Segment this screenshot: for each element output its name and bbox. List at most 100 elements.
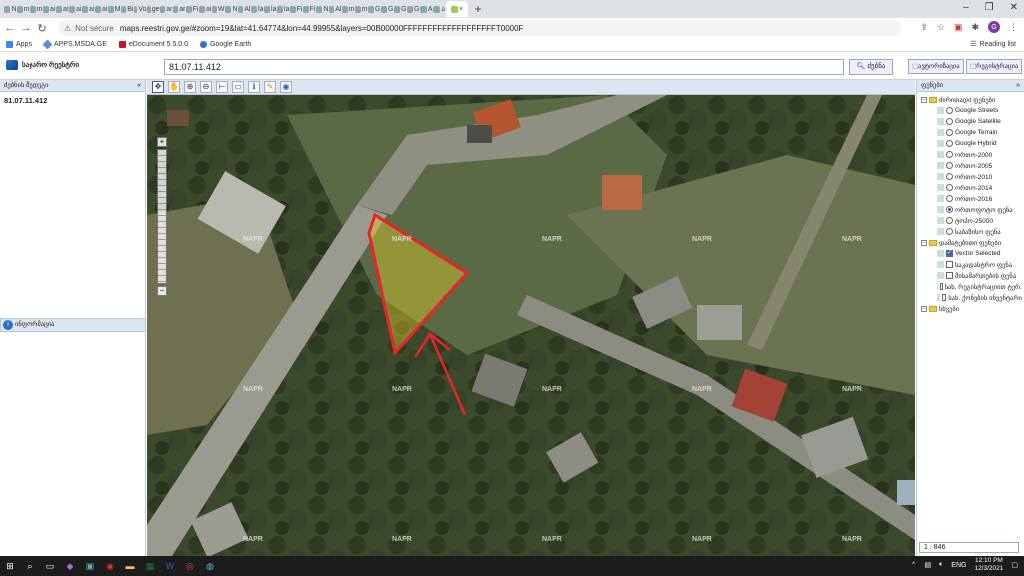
map-canvas[interactable]: NAPR NAPR NAPR NAPR NAPR NAPR NAPR NAPR … [147, 95, 915, 556]
layer-radio[interactable] [946, 195, 953, 202]
layer-item[interactable]: სახ. რეგისტრაციით ტერ. [919, 281, 1022, 292]
collapse-right-icon[interactable]: » [1016, 80, 1020, 92]
language-indicator[interactable]: ENG [951, 562, 966, 569]
napr-logo[interactable]: საჯარო რეესტრი [6, 60, 79, 70]
layer-radio[interactable] [946, 151, 953, 158]
browser-tab[interactable]: W [212, 1, 225, 17]
browser-tab[interactable]: ai [69, 1, 82, 17]
hand-tool-icon[interactable]: ✋ [168, 81, 180, 93]
area-tool-icon[interactable]: ▭ [232, 81, 244, 93]
windows-start-icon[interactable]: ⊞ [0, 556, 20, 576]
browser-tab[interactable]: ა [433, 1, 446, 17]
layer-checkbox[interactable] [942, 294, 947, 301]
browser-tab[interactable]: A [420, 1, 433, 17]
info-tool-icon[interactable]: ℹ [248, 81, 260, 93]
address-bar[interactable]: ⚠ Not secure maps.reestri.gov.ge/#zoom=1… [58, 20, 901, 36]
clock[interactable]: 12:10 PM 12/3/2021 [974, 557, 1003, 573]
browser-tab[interactable]: m [355, 1, 368, 17]
close-tab-icon[interactable]: × [459, 6, 463, 13]
browser-tab[interactable]: Fi [290, 1, 303, 17]
layer-checkbox[interactable] [946, 272, 953, 279]
layer-item[interactable]: Google Streets [919, 105, 1022, 116]
pan-tool-icon[interactable]: ✥ [152, 81, 164, 93]
pdf-extension-icon[interactable]: ▣ [954, 22, 963, 33]
restore-icon[interactable]: ❐ [985, 2, 994, 13]
layer-group[interactable]: − დამატებითი ფენები [919, 237, 1022, 248]
menu-dots-icon[interactable]: ⋮ [1009, 22, 1018, 33]
search-button[interactable]: 🔍︎ ძებნა [849, 59, 893, 75]
globe-tool-icon[interactable]: ◉ [280, 81, 292, 93]
layer-item[interactable]: ✓ Vector Selected [919, 248, 1022, 259]
browser-tab[interactable]: ai [82, 1, 95, 17]
layer-checkbox[interactable]: ✓ [946, 250, 953, 257]
browser-tab[interactable]: N [316, 1, 329, 17]
browser-tab[interactable]: Vo [134, 1, 147, 17]
layer-item[interactable]: საკადასტრო ფენა [919, 259, 1022, 270]
reload-icon[interactable]: ↻ [36, 22, 48, 35]
search-icon[interactable]: ⌕ [20, 556, 40, 576]
measure-tool-icon[interactable]: ⊢ [216, 81, 228, 93]
layer-item[interactable]: ტოპო-25000 [919, 215, 1022, 226]
browser-tab[interactable]: ai [95, 1, 108, 17]
browser-tab[interactable]: N [225, 1, 238, 17]
browser-tab[interactable]: ai [199, 1, 212, 17]
bookmark-star-icon[interactable]: ☆ [937, 22, 945, 33]
browser-tab[interactable]: m [342, 1, 355, 17]
forward-icon[interactable]: → [20, 22, 32, 34]
layer-item[interactable]: Google Terrain [919, 127, 1022, 138]
layer-item[interactable]: ორთო-2010 [919, 171, 1022, 182]
browser-tab[interactable]: ai [43, 1, 56, 17]
browser-tab[interactable]: la [251, 1, 264, 17]
layer-item[interactable]: ორთო-2005 [919, 160, 1022, 171]
bookmark-google-earth[interactable]: Google Earth [200, 41, 251, 48]
maps-app-icon[interactable]: ◍ [200, 556, 220, 576]
browser-tab[interactable]: Fi [303, 1, 316, 17]
zoom-out-button[interactable]: − [157, 286, 167, 296]
chevron-up-icon[interactable]: ⌃ [911, 561, 917, 569]
volume-icon[interactable]: 🔈︎ [939, 561, 943, 569]
active-tab[interactable]: × [446, 1, 468, 17]
zoom-track[interactable] [157, 149, 167, 284]
collapse-left-icon[interactable]: « [137, 80, 141, 92]
layer-group[interactable]: − ძირითადი ფენები [919, 94, 1022, 105]
browser-tab[interactable]: M [108, 1, 121, 17]
browser-tab[interactable]: G [407, 1, 420, 17]
avatar[interactable]: G [988, 21, 1000, 33]
bookmark-apps-msda[interactable]: APPS.MSDA.GE [42, 39, 107, 50]
task-view-icon[interactable]: ▭ [40, 556, 60, 576]
layer-radio[interactable] [946, 140, 953, 147]
collapse-toggle-icon[interactable]: − [921, 239, 927, 246]
reading-list[interactable]: ☰ Reading list [970, 40, 1016, 49]
layer-checkbox[interactable] [946, 261, 953, 268]
search-result-item[interactable]: 81.07.11.412 [0, 92, 145, 109]
browser-tab[interactable]: ai [56, 1, 69, 17]
browser-tab[interactable]: Al [238, 1, 251, 17]
browser-tab[interactable]: G [368, 1, 381, 17]
new-tab-button[interactable]: + [475, 2, 482, 16]
layer-item[interactable]: ორთო-2016 [919, 193, 1022, 204]
browser-tab[interactable]: la [264, 1, 277, 17]
url-text[interactable]: maps.reestri.gov.ge/#zoom=19&lat=41.6477… [120, 24, 524, 33]
layer-item[interactable]: საბაზისო ფენა [919, 226, 1022, 237]
layer-item[interactable]: ორთო-2014 [919, 182, 1022, 193]
back-icon[interactable]: ← [4, 22, 16, 34]
layer-item[interactable]: სახ. ქონების ინვენტარი [919, 292, 1022, 303]
layer-group[interactable]: − სხვები [919, 303, 1022, 314]
layer-radio[interactable] [946, 107, 953, 114]
collapse-toggle-icon[interactable]: − [921, 96, 927, 103]
app-remote-icon[interactable]: ▣ [80, 556, 100, 576]
pencil-tool-icon[interactable]: ✎ [264, 81, 276, 93]
search-input[interactable]: 81.07.11.412 [164, 59, 844, 75]
layer-radio[interactable] [946, 118, 953, 125]
browser-tab[interactable]: m [30, 1, 43, 17]
browser-tab[interactable]: Bi [121, 1, 134, 17]
browser-tab[interactable]: Al [329, 1, 342, 17]
layer-radio[interactable] [946, 173, 953, 180]
layer-radio[interactable] [946, 206, 953, 213]
layer-item[interactable]: Google Hybrid [919, 138, 1022, 149]
browser-tab[interactable]: Fi [186, 1, 199, 17]
network-icon[interactable]: ▤ [924, 561, 931, 569]
layer-radio[interactable] [946, 228, 953, 235]
layer-item[interactable]: Google Satellite [919, 116, 1022, 127]
zoom-out-tool-icon[interactable]: ⊖ [200, 81, 212, 93]
